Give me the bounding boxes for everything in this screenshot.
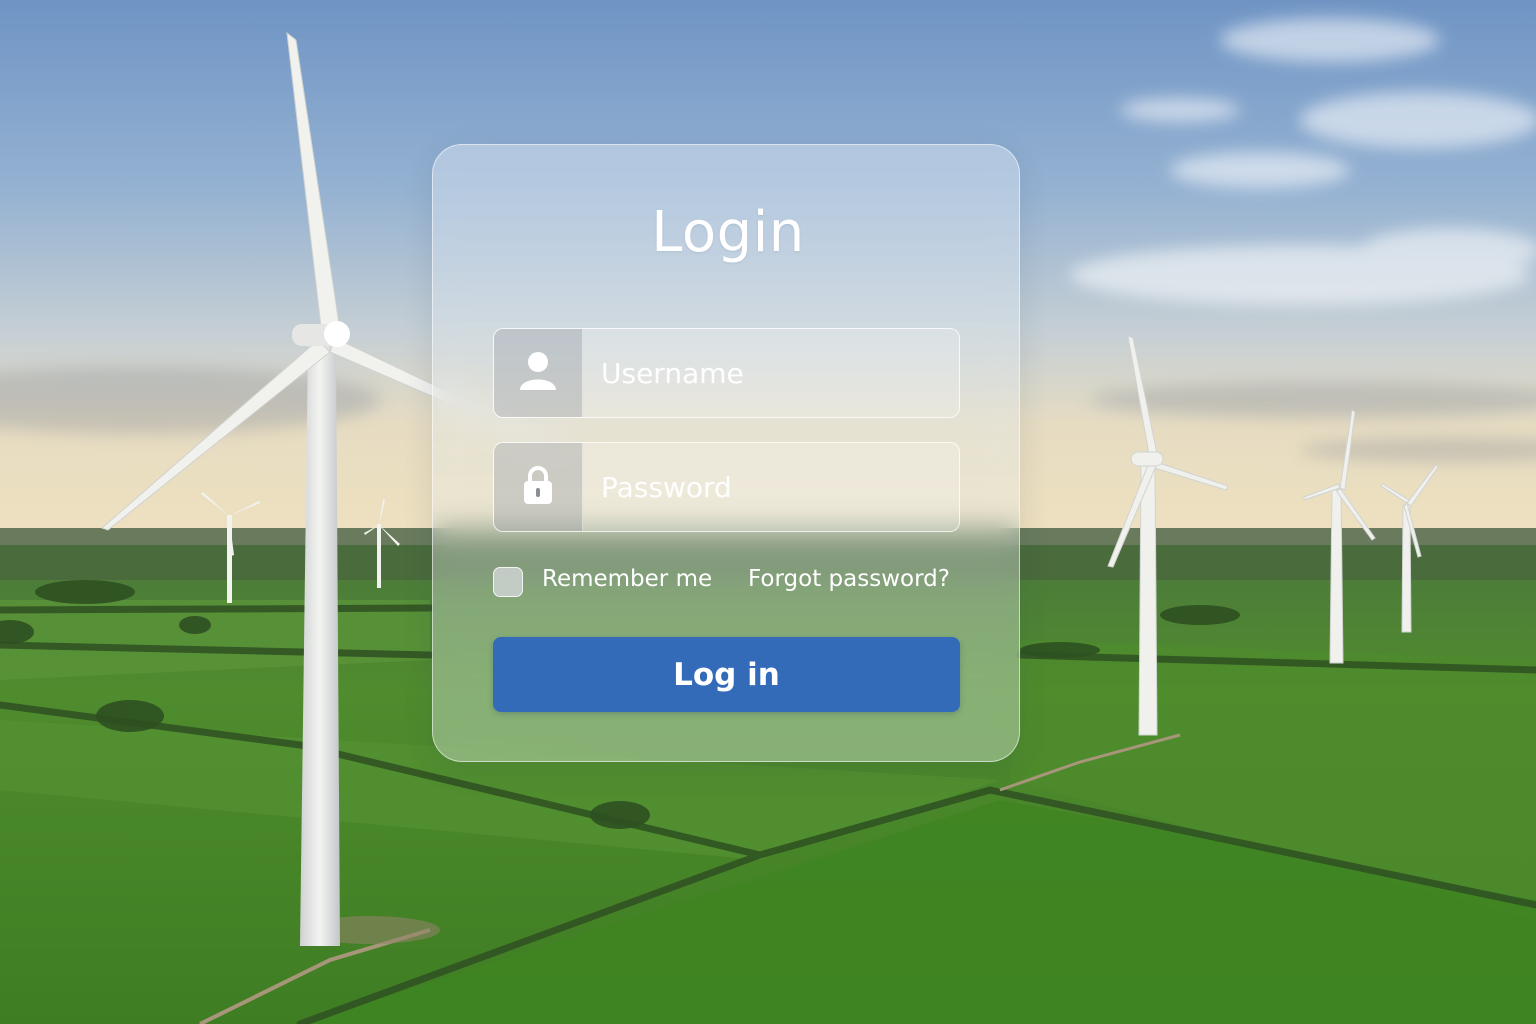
forgot-password-link[interactable]: Forgot password? — [748, 566, 950, 592]
login-title: Login — [651, 200, 805, 265]
lock-icon — [523, 465, 553, 509]
password-field[interactable] — [493, 442, 960, 532]
remember-me-checkbox[interactable] — [493, 567, 523, 597]
password-icon-box — [494, 443, 583, 531]
remember-me-label[interactable]: Remember me — [542, 566, 712, 592]
username-icon-box — [494, 329, 583, 417]
login-button[interactable]: Log in — [493, 637, 960, 712]
password-input[interactable] — [582, 443, 958, 531]
username-field[interactable] — [493, 328, 960, 418]
user-icon — [519, 350, 557, 396]
username-input[interactable] — [582, 329, 958, 417]
